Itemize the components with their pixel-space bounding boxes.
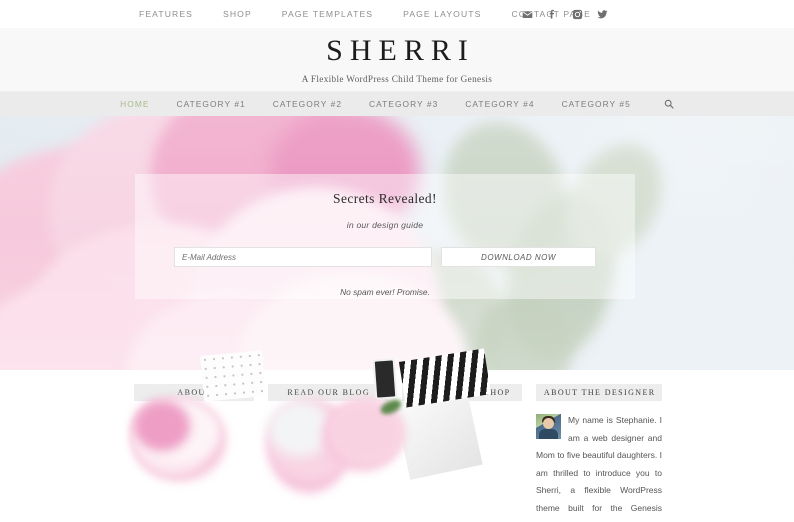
designer-bio-block: My name is Stephanie. I am a web designe…: [536, 412, 662, 522]
widget-title-designer: ABOUT THE DESIGNER: [543, 388, 656, 397]
widget-header-blog: READ OUR BLOG: [268, 384, 388, 401]
optin-heading: Secrets Revealed!: [333, 191, 437, 206]
facebook-icon[interactable]: [547, 9, 558, 20]
nav-item-category-3[interactable]: CATEGORY #3: [369, 99, 438, 109]
top-nav-item-shop[interactable]: SHOP: [223, 9, 252, 19]
site-header: SHERRI A Flexible WordPress Child Theme …: [0, 28, 794, 92]
instagram-icon[interactable]: [572, 9, 583, 20]
top-nav-item-page-layouts[interactable]: PAGE LAYOUTS: [403, 9, 481, 19]
nav-item-category-4[interactable]: CATEGORY #4: [465, 99, 534, 109]
top-nav-item-page-templates[interactable]: PAGE TEMPLATES: [282, 9, 373, 19]
widget-header-designer: ABOUT THE DESIGNER: [536, 384, 662, 401]
widget-about: ABOUT: [134, 384, 254, 522]
widget-browse-our-shop: BROWSE OUR SHOP: [322, 348, 522, 522]
search-icon[interactable]: [664, 99, 674, 109]
top-nav-item-features[interactable]: FEATURES: [139, 9, 193, 19]
site-tagline: A Flexible WordPress Child Theme for Gen…: [301, 73, 493, 84]
optin-disclaimer: No spam ever! Promise.: [340, 287, 430, 297]
main-navigation: HOME CATEGORY #1 CATEGORY #2 CATEGORY #3…: [0, 92, 794, 116]
page-title: SHERRI: [326, 34, 475, 68]
email-input[interactable]: [174, 247, 432, 267]
nav-item-category-2[interactable]: CATEGORY #2: [273, 99, 342, 109]
home-widget-row: ABOUT READ OUR BLOG BROWSE OUR SHOP: [0, 348, 794, 522]
nav-item-category-5[interactable]: CATEGORY #5: [562, 99, 631, 109]
hero-section: Secrets Revealed! in our design guide DO…: [0, 116, 794, 370]
download-now-button[interactable]: DOWNLOAD NOW: [441, 247, 596, 267]
avatar-face: [543, 418, 554, 429]
nav-item-home[interactable]: HOME: [120, 99, 149, 109]
optin-form: DOWNLOAD NOW: [174, 247, 596, 267]
top-utility-bar: FEATURES SHOP PAGE TEMPLATES PAGE LAYOUT…: [0, 0, 794, 28]
avatar-body: [539, 429, 558, 439]
nav-item-category-1[interactable]: CATEGORY #1: [177, 99, 246, 109]
avatar: [536, 414, 561, 439]
email-icon[interactable]: [522, 9, 533, 20]
email-optin-box: Secrets Revealed! in our design guide DO…: [135, 174, 635, 299]
social-links: [522, 9, 608, 20]
widget-title-blog: READ OUR BLOG: [287, 388, 371, 397]
optin-subheading: in our design guide: [346, 220, 424, 230]
widget-about-the-designer: ABOUT THE DESIGNER My name is Stephanie.…: [536, 384, 662, 522]
twitter-icon[interactable]: [597, 9, 608, 20]
